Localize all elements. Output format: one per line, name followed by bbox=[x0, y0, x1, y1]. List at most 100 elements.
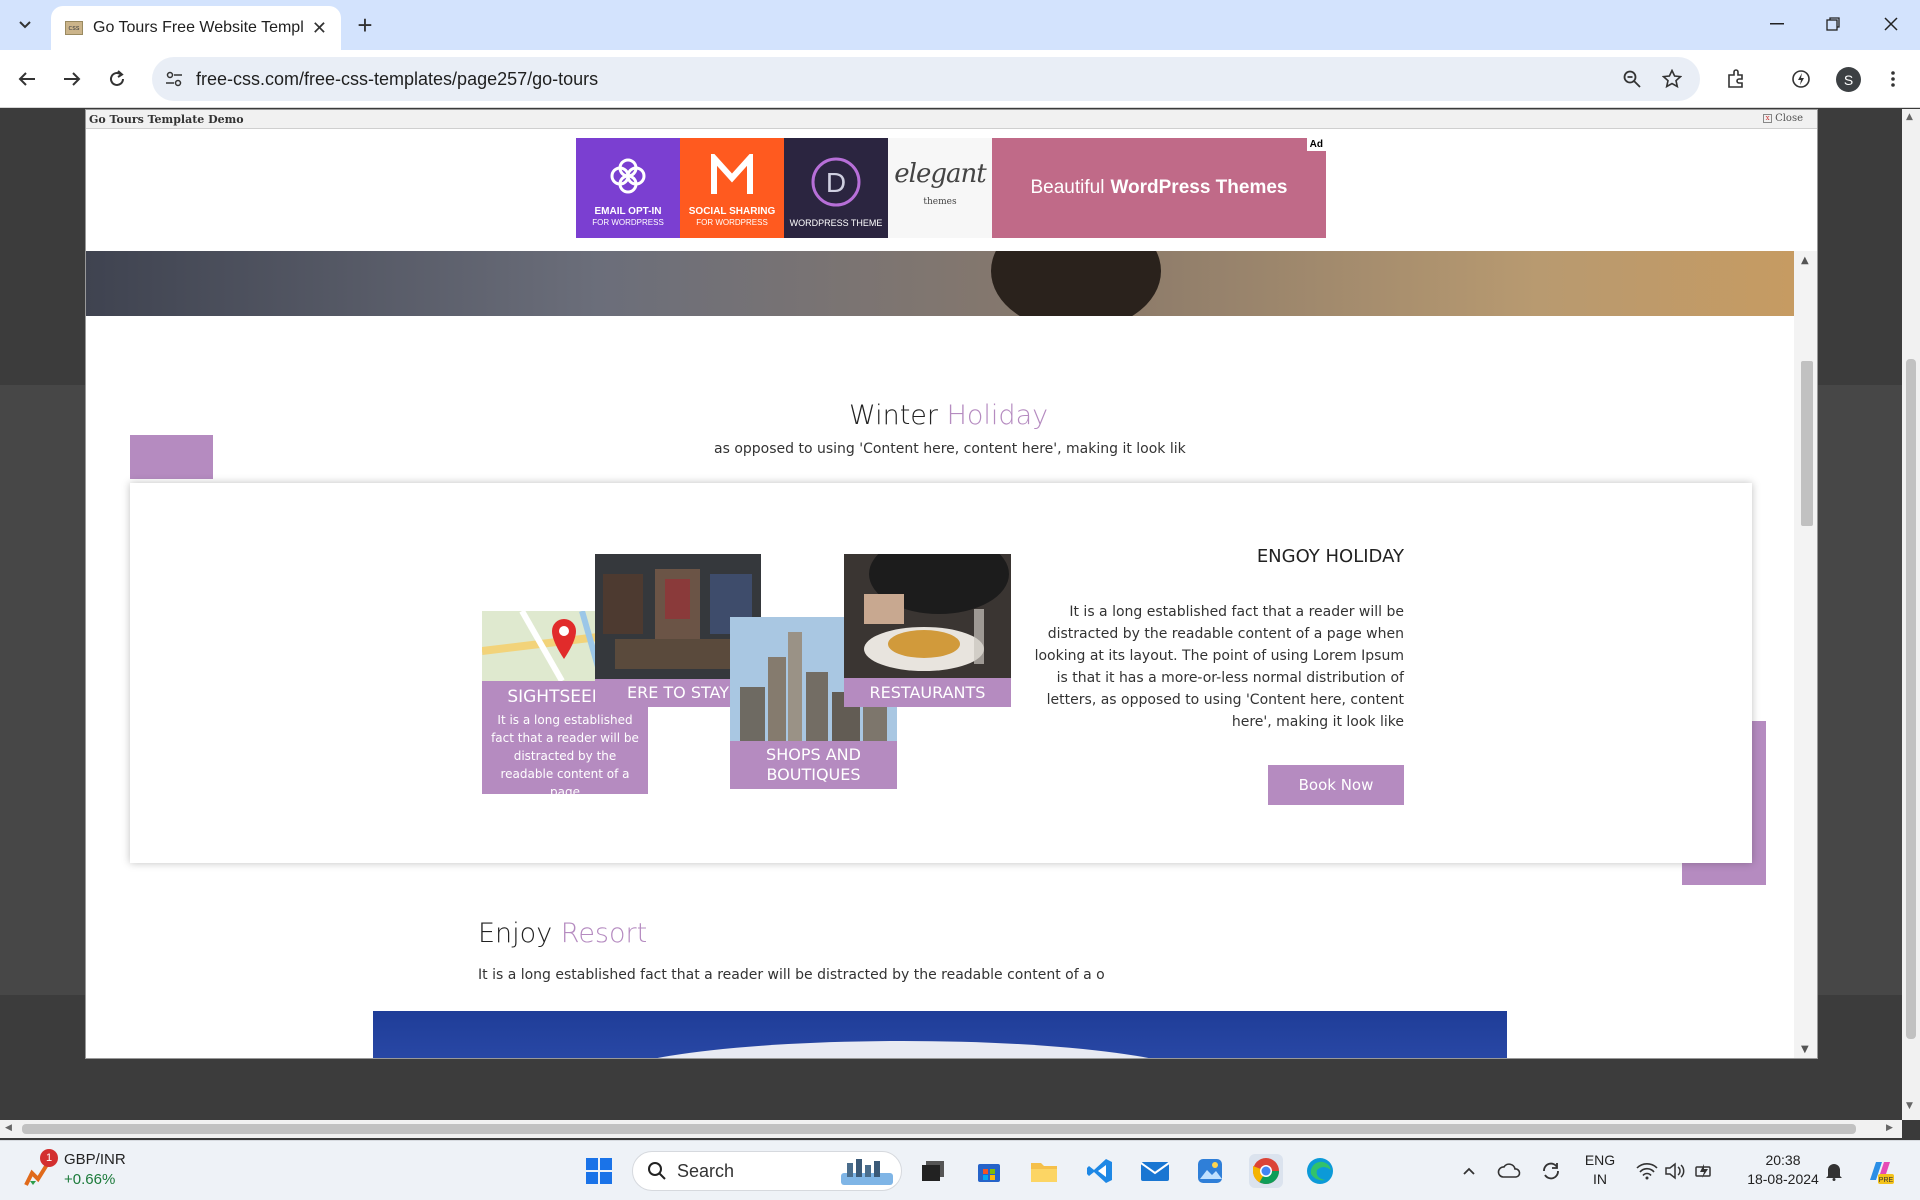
resort-title-plain: Enjoy bbox=[478, 918, 553, 949]
bookmark-star-icon[interactable] bbox=[1660, 67, 1684, 91]
ad-tile-social-sharing[interactable]: SOCIAL SHARING FOR WORDPRESS bbox=[680, 138, 784, 238]
monarch-logo-icon bbox=[711, 154, 753, 194]
ad-tile-email-optin[interactable]: EMAIL OPT-IN FOR WORDPRESS bbox=[576, 138, 680, 238]
page-horizontal-scrollbar[interactable]: ◀ ▶ bbox=[0, 1120, 1902, 1138]
task-view-icon bbox=[922, 1161, 944, 1181]
scroll-left-icon[interactable]: ◀ bbox=[5, 1123, 12, 1133]
hero-image bbox=[86, 251, 1794, 316]
site-content: Winter Holiday as opposed to using 'Cont… bbox=[86, 251, 1817, 1058]
language-indicator[interactable]: ENG IN bbox=[1580, 1151, 1620, 1189]
elegant-logo-text: elegant bbox=[894, 159, 986, 189]
svg-text:D: D bbox=[826, 167, 846, 198]
profile-avatar[interactable]: S bbox=[1836, 67, 1861, 92]
search-label: Search bbox=[677, 1160, 735, 1181]
close-icon bbox=[1884, 17, 1898, 31]
performance-button[interactable] bbox=[1784, 62, 1818, 96]
tab-search-button[interactable] bbox=[10, 11, 40, 39]
winter-subtitle: as opposed to using 'Content here, conte… bbox=[714, 441, 1186, 457]
page-vertical-scrollbar[interactable]: ▲ ▼ bbox=[1902, 109, 1920, 1120]
stock-change: +0.66% bbox=[64, 1171, 116, 1188]
wifi-icon bbox=[1636, 1163, 1658, 1180]
address-bar[interactable]: free-css.com/free-css-templates/page257/… bbox=[152, 57, 1700, 101]
demo-close-button[interactable]: x Close bbox=[1763, 113, 1803, 124]
bloom-logo-icon bbox=[610, 158, 646, 194]
file-explorer-button[interactable] bbox=[1027, 1154, 1061, 1188]
ad-headline[interactable]: Beautiful WordPress Themes bbox=[992, 138, 1326, 238]
zoom-icon[interactable] bbox=[1620, 67, 1644, 91]
back-button[interactable] bbox=[10, 62, 44, 96]
elegant-themes-logo[interactable]: elegant themes bbox=[888, 138, 992, 238]
browser-tab[interactable]: css Go Tours Free Website Template ✕ bbox=[51, 6, 341, 50]
onedrive-status[interactable] bbox=[1496, 1154, 1522, 1188]
resort-subtitle: It is a long established fact that a rea… bbox=[478, 967, 1105, 983]
inner-scroll-thumb[interactable] bbox=[1801, 361, 1813, 526]
page-hscroll-thumb[interactable] bbox=[22, 1124, 1856, 1134]
taskbar-search[interactable]: Search bbox=[632, 1151, 902, 1191]
page-scroll-thumb[interactable] bbox=[1906, 359, 1916, 1039]
tray-overflow-button[interactable] bbox=[1458, 1154, 1480, 1188]
url-text: free-css.com/free-css-templates/page257/… bbox=[196, 68, 599, 89]
scroll-down-icon[interactable]: ▼ bbox=[1906, 1101, 1913, 1111]
sync-icon bbox=[1543, 1162, 1559, 1180]
menu-button[interactable] bbox=[1876, 62, 1910, 96]
new-tab-button[interactable]: + bbox=[350, 10, 380, 40]
search-icon bbox=[648, 1162, 666, 1180]
resort-title-accent: Resort bbox=[560, 918, 648, 949]
tile-restaurants[interactable]: RESTAURANTS bbox=[844, 554, 1011, 707]
close-window-button[interactable] bbox=[1866, 8, 1916, 40]
puzzle-icon bbox=[1728, 69, 1743, 88]
task-view-button[interactable] bbox=[916, 1154, 950, 1188]
scroll-up-icon[interactable]: ▲ bbox=[1906, 112, 1913, 122]
ad-tile-title: WORDPRESS THEME bbox=[789, 218, 883, 228]
book-now-button[interactable]: Book Now bbox=[1268, 765, 1404, 805]
tab-close-icon[interactable]: ✕ bbox=[312, 18, 327, 39]
reload-button[interactable] bbox=[100, 62, 134, 96]
wifi-status[interactable] bbox=[1634, 1154, 1660, 1188]
site-info-icon[interactable] bbox=[162, 67, 186, 91]
ad-tile-divi[interactable]: D WORDPRESS THEME bbox=[784, 138, 888, 238]
volume-status[interactable] bbox=[1662, 1154, 1688, 1188]
sync-status[interactable] bbox=[1538, 1154, 1564, 1188]
tile-restaurants-label: RESTAURANTS bbox=[844, 678, 1011, 707]
decor-block-top bbox=[130, 435, 213, 479]
windows-taskbar: 1 GBP/INR +0.66% Search ENG IN 20:38 18-… bbox=[0, 1140, 1920, 1200]
scroll-up-icon[interactable]: ▲ bbox=[1801, 255, 1809, 266]
demo-header-bar: Go Tours Template Demo x Close bbox=[86, 110, 1817, 129]
extensions-button[interactable] bbox=[1719, 62, 1753, 96]
folder-icon bbox=[1031, 1163, 1057, 1182]
back-arrow-icon bbox=[18, 72, 35, 86]
scroll-down-icon[interactable]: ▼ bbox=[1801, 1044, 1809, 1055]
vscode-button[interactable] bbox=[1083, 1154, 1117, 1188]
start-button[interactable] bbox=[582, 1154, 616, 1188]
photos-icon bbox=[1198, 1159, 1222, 1183]
scroll-right-icon[interactable]: ▶ bbox=[1886, 1123, 1893, 1133]
chrome-button[interactable] bbox=[1249, 1154, 1283, 1188]
performance-icon bbox=[1792, 70, 1810, 88]
photos-button[interactable] bbox=[1193, 1154, 1227, 1188]
edge-button[interactable] bbox=[1303, 1154, 1337, 1188]
tab-strip: css Go Tours Free Website Template ✕ + bbox=[0, 0, 1920, 50]
microsoft-store-button[interactable] bbox=[972, 1154, 1006, 1188]
demo-title: Go Tours Template Demo bbox=[89, 113, 244, 126]
battery-status[interactable] bbox=[1692, 1154, 1718, 1188]
ad-headline-prefix: Beautiful bbox=[1030, 177, 1105, 198]
divi-logo-icon: D bbox=[811, 157, 861, 207]
elegant-logo-sub: themes bbox=[923, 197, 957, 207]
forward-arrow-icon bbox=[64, 72, 81, 86]
forward-button[interactable] bbox=[55, 62, 89, 96]
notifications-button[interactable] bbox=[1820, 1154, 1848, 1188]
restore-button[interactable] bbox=[1808, 8, 1858, 40]
copilot-button[interactable]: PRE bbox=[1862, 1154, 1896, 1188]
mail-button[interactable] bbox=[1138, 1154, 1172, 1188]
ad-tile-title: SOCIAL SHARING bbox=[688, 206, 776, 217]
tile-sightseeing-text: It is a long established fact that a rea… bbox=[491, 713, 639, 794]
notification-badge: 1 bbox=[40, 1149, 58, 1167]
minimize-button[interactable] bbox=[1752, 8, 1802, 40]
inner-scrollbar[interactable]: ▲ ▼ bbox=[1794, 251, 1817, 1058]
ad-badge[interactable]: Ad bbox=[1306, 138, 1326, 151]
ad-tile-title: EMAIL OPT-IN bbox=[594, 206, 662, 217]
ad-banner[interactable]: EMAIL OPT-IN FOR WORDPRESS SOCIAL SHARIN… bbox=[576, 138, 1326, 238]
store-icon bbox=[978, 1164, 1000, 1182]
kebab-menu-icon bbox=[1891, 71, 1895, 87]
minimize-icon bbox=[1770, 23, 1784, 25]
